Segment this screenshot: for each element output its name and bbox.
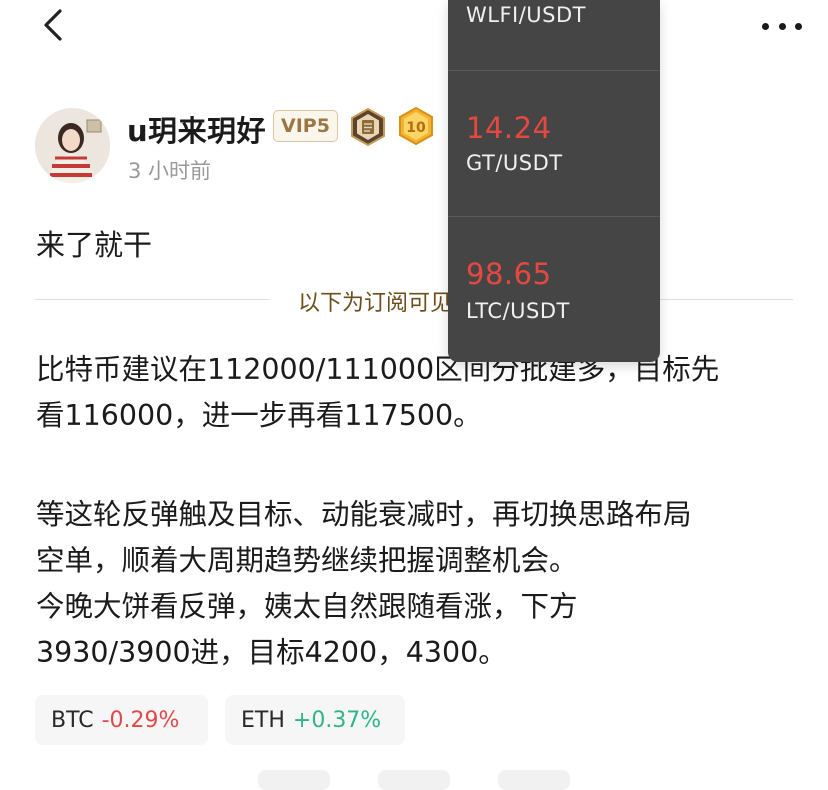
post-body-line: 3930/3900进，目标4200，4300。 — [36, 636, 507, 669]
post-body-line: 空单，顺着大周期趋势继续把握调整机会。 — [36, 544, 578, 577]
back-button[interactable] — [36, 8, 70, 42]
coin-tag-eth[interactable]: ETH +0.37% — [225, 695, 405, 745]
ticker-row-ltc[interactable]: 98.65 LTC/USDT — [448, 217, 660, 362]
ticker-row-wlfi[interactable]: WLFI/USDT — [448, 0, 660, 70]
ticker-pair: GT/USDT — [466, 151, 563, 175]
bottom-action-chip[interactable] — [498, 770, 570, 790]
author-name[interactable]: u玥来玥好 — [127, 108, 266, 150]
ticker-price: 98.65 — [466, 257, 552, 291]
ticker-pair: WLFI/USDT — [466, 3, 587, 27]
post-body-line: 等这轮反弹触及目标、动能衰减时，再切换思路布局 — [36, 498, 692, 531]
vip-badge: VIP5 — [273, 110, 338, 142]
bottom-action-chip[interactable] — [258, 770, 330, 790]
svg-text:10: 10 — [406, 120, 426, 136]
level-badge-icon: 10 — [398, 106, 434, 146]
bottom-action-chip[interactable] — [378, 770, 450, 790]
post-body-line: 看116000，进一步再看117500。 — [36, 399, 482, 432]
more-options-button[interactable] — [762, 20, 802, 32]
ticker-row-gt[interactable]: 14.24 GT/USDT — [448, 71, 660, 216]
more-dots-icon — [762, 22, 769, 30]
coin-symbol: BTC — [51, 707, 94, 733]
coin-change: -0.29% — [101, 707, 180, 733]
coin-symbol: ETH — [241, 707, 285, 733]
avatar[interactable] — [35, 108, 110, 183]
ticker-price: 14.24 — [466, 111, 552, 145]
chevron-left-icon — [44, 9, 62, 41]
post-timestamp: 3 小时前 — [128, 159, 212, 183]
ticker-pair: LTC/USDT — [466, 299, 570, 323]
coin-change: +0.37% — [292, 707, 382, 733]
post-title: 来了就干 — [36, 228, 153, 262]
divider-left — [35, 299, 270, 300]
ticker-dropdown: WLFI/USDT 14.24 GT/USDT 98.65 LTC/USDT — [448, 0, 660, 362]
certificate-badge-icon — [350, 107, 386, 147]
coin-tag-btc[interactable]: BTC -0.29% — [35, 695, 208, 745]
post-body-line: 今晚大饼看反弹，姨太自然跟随看涨，下方 — [36, 590, 578, 623]
